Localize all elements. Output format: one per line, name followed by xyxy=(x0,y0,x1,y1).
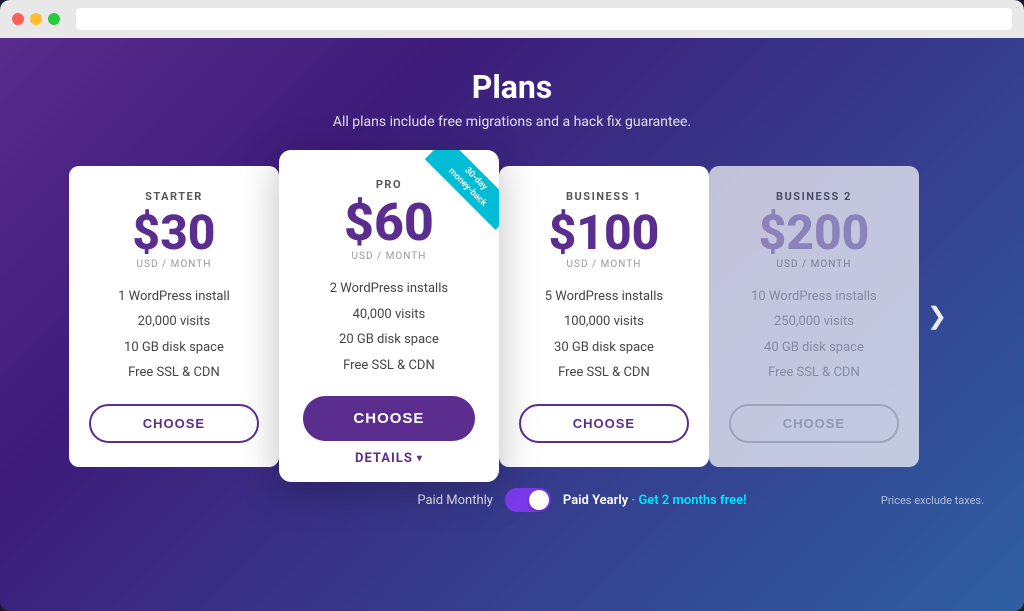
feature-biz1-3: 30 GB disk space xyxy=(519,335,689,361)
monthly-label: Paid Monthly xyxy=(417,493,493,508)
choose-button-business2[interactable]: CHOOSE xyxy=(729,404,899,443)
browser-window: Plans All plans include free migrations … xyxy=(0,0,1024,611)
plan-name-business1: BUSINESS 1 xyxy=(519,190,689,203)
plan-price-starter: $30 xyxy=(89,209,259,257)
plans-container: STARTER $30 USD / MONTH 1 WordPress inst… xyxy=(40,160,984,472)
plan-period-business2: USD / MONTH xyxy=(729,259,899,270)
billing-toggle: Paid Monthly Paid Yearly · Get 2 months … xyxy=(417,488,746,512)
feature-biz1-4: Free SSL & CDN xyxy=(519,360,689,386)
toggle-knob xyxy=(529,490,549,510)
details-link-pro[interactable]: DETAILS ▾ xyxy=(355,451,423,466)
feature-biz1-2: 100,000 visits xyxy=(519,309,689,335)
feature-biz2-1: 10 WordPress installs xyxy=(729,284,899,310)
browser-bar xyxy=(0,0,1024,38)
maximize-dot[interactable] xyxy=(48,13,60,25)
plan-period-business1: USD / MONTH xyxy=(519,259,689,270)
yearly-label: Paid Yearly · Get 2 months free! xyxy=(563,493,747,508)
feature-starter-4: Free SSL & CDN xyxy=(89,360,259,386)
feature-starter-3: 10 GB disk space xyxy=(89,335,259,361)
plan-period-pro: USD / MONTH xyxy=(303,251,475,262)
next-plan-arrow[interactable]: ❯ xyxy=(919,302,955,330)
feature-pro-2: 40,000 visits xyxy=(303,302,475,328)
billing-toggle-switch[interactable] xyxy=(505,488,551,512)
details-label: DETAILS xyxy=(355,451,413,466)
choose-button-starter[interactable]: CHOOSE xyxy=(89,404,259,443)
address-bar[interactable] xyxy=(76,8,1012,30)
chevron-down-icon: ▾ xyxy=(417,453,423,464)
plan-features-starter: 1 WordPress install 20,000 visits 10 GB … xyxy=(89,284,259,386)
yearly-promo: · Get 2 months free! xyxy=(631,493,746,508)
plan-card-starter: STARTER $30 USD / MONTH 1 WordPress inst… xyxy=(69,166,279,467)
taxes-note: Prices exclude taxes. xyxy=(881,494,984,507)
plan-period-starter: USD / MONTH xyxy=(89,259,259,270)
feature-biz2-3: 40 GB disk space xyxy=(729,335,899,361)
footer-bar: Paid Monthly Paid Yearly · Get 2 months … xyxy=(40,472,984,512)
feature-pro-3: 20 GB disk space xyxy=(303,327,475,353)
feature-biz2-4: Free SSL & CDN xyxy=(729,360,899,386)
choose-button-pro[interactable]: CHOOSE xyxy=(303,396,475,441)
plan-card-pro: PRO $60 USD / MONTH 2 WordPress installs… xyxy=(279,150,499,482)
minimize-dot[interactable] xyxy=(30,13,42,25)
plan-card-business2: BUSINESS 2 $200 USD / MONTH 10 WordPress… xyxy=(709,166,919,467)
feature-biz1-1: 5 WordPress installs xyxy=(519,284,689,310)
page-content: Plans All plans include free migrations … xyxy=(0,38,1024,532)
plan-card-business1: BUSINESS 1 $100 USD / MONTH 5 WordPress … xyxy=(499,166,709,467)
choose-button-business1[interactable]: CHOOSE xyxy=(519,404,689,443)
plan-price-business1: $100 xyxy=(519,209,689,257)
feature-starter-2: 20,000 visits xyxy=(89,309,259,335)
plan-features-business1: 5 WordPress installs 100,000 visits 30 G… xyxy=(519,284,689,386)
feature-pro-4: Free SSL & CDN xyxy=(303,353,475,379)
feature-biz2-2: 250,000 visits xyxy=(729,309,899,335)
plan-features-pro: 2 WordPress installs 40,000 visits 20 GB… xyxy=(303,276,475,378)
ribbon-pro xyxy=(409,150,499,240)
feature-starter-1: 1 WordPress install xyxy=(89,284,259,310)
plan-name-business2: BUSINESS 2 xyxy=(729,190,899,203)
page-subtitle: All plans include free migrations and a … xyxy=(333,114,691,130)
plan-features-business2: 10 WordPress installs 250,000 visits 40 … xyxy=(729,284,899,386)
plan-name-starter: STARTER xyxy=(89,190,259,203)
page-title: Plans xyxy=(472,68,553,106)
feature-pro-1: 2 WordPress installs xyxy=(303,276,475,302)
close-dot[interactable] xyxy=(12,13,24,25)
plan-price-business2: $200 xyxy=(729,209,899,257)
